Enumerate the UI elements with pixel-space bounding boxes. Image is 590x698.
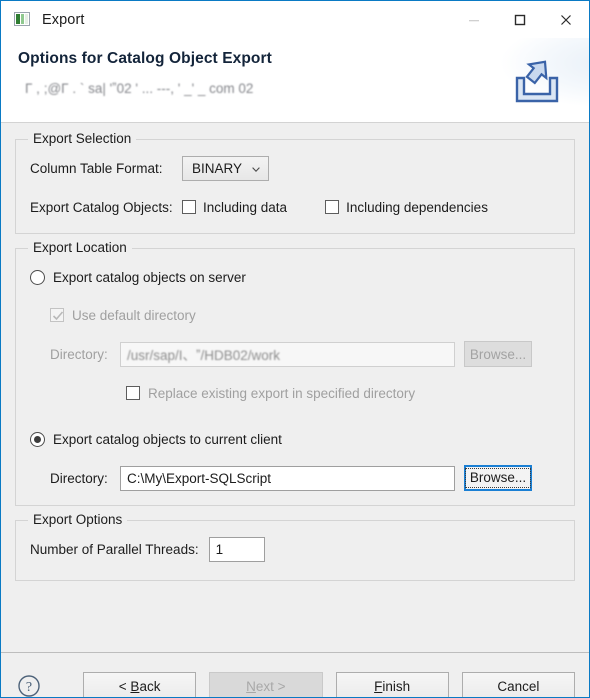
client-radio-row[interactable]: Export catalog objects to current client <box>30 427 560 451</box>
client-directory-label: Directory: <box>50 470 108 486</box>
server-radio-row[interactable]: Export catalog objects on server <box>30 265 560 289</box>
column-table-format-value: BINARY <box>192 161 243 176</box>
chevron-down-icon <box>252 166 260 172</box>
export-selection-group: Export Selection Column Table Format: BI… <box>15 131 575 234</box>
page-title: Options for Catalog Object Export <box>18 50 272 67</box>
client-browse-button[interactable]: Browse... <box>464 465 532 491</box>
export-location-group: Export Location Export catalog objects o… <box>15 240 575 506</box>
cancel-button-label: Cancel <box>497 678 540 694</box>
server-directory-row: Directory: /usr/sap/I、ˮ/HDB02/work Brows… <box>50 341 560 367</box>
parallel-threads-value: 1 <box>215 542 224 557</box>
cancel-button[interactable]: Cancel <box>461 671 575 697</box>
dialog-footer: ? < Back Next > Finish Cancel <box>1 652 589 697</box>
export-selection-legend: Export Selection <box>28 131 137 146</box>
back-button[interactable]: < Back <box>83 671 197 697</box>
including-data-checkbox[interactable] <box>182 200 196 214</box>
export-arrow-tray-icon <box>505 54 567 113</box>
export-dialog-window: Export Options for Catalog Object Export… <box>0 0 590 698</box>
use-default-directory-row[interactable]: Use default directory <box>50 303 560 327</box>
svg-text:?: ? <box>26 680 32 695</box>
export-location-legend: Export Location <box>28 240 132 255</box>
client-directory-input[interactable]: C:\My\Export-SQLScript <box>120 465 455 491</box>
back-button-label: < Back <box>118 678 161 694</box>
dialog-body: Export Selection Column Table Format: BI… <box>1 123 589 652</box>
dialog-header: Options for Catalog Object Export Γ , ;@… <box>1 38 589 123</box>
close-icon <box>561 14 571 25</box>
export-to-client-radio[interactable] <box>30 431 45 447</box>
window-title: Export <box>42 11 85 28</box>
server-browse-label: Browse... <box>469 346 527 362</box>
footer-button-bar: < Back Next > Finish Cancel <box>83 671 575 697</box>
replace-existing-row[interactable]: Replace existing export in specified dir… <box>126 381 560 405</box>
client-browse-label: Browse... <box>464 468 532 488</box>
replace-existing-export-checkbox[interactable] <box>126 386 140 400</box>
server-directory-value: /usr/sap/I、ˮ/HDB02/work <box>127 348 281 363</box>
maximize-button[interactable] <box>497 1 543 38</box>
finish-button-label: Finish <box>374 678 411 694</box>
client-directory-row: Directory: C:\My\Export-SQLScript Browse… <box>50 465 560 491</box>
server-directory-input[interactable]: /usr/sap/I、ˮ/HDB02/work <box>120 341 455 367</box>
export-catalog-objects-row: Export Catalog Objects: Including data I… <box>30 195 560 219</box>
including-data-label: Including data <box>203 199 288 215</box>
replace-existing-export-label: Replace existing export in specified dir… <box>148 385 416 401</box>
help-button[interactable]: ? <box>17 674 41 697</box>
minimize-icon <box>469 19 479 21</box>
maximize-icon <box>514 14 526 25</box>
next-button-label: Next > <box>246 678 286 694</box>
help-question-icon: ? <box>18 675 40 697</box>
export-on-server-label: Export catalog objects on server <box>53 269 246 285</box>
next-button[interactable]: Next > <box>209 671 323 697</box>
export-to-client-label: Export catalog objects to current client <box>53 431 282 447</box>
export-catalog-objects-label: Export Catalog Objects: <box>30 199 173 215</box>
server-browse-button[interactable]: Browse... <box>464 341 532 367</box>
column-table-format-select[interactable]: BINARY <box>182 156 270 181</box>
parallel-threads-row: Number of Parallel Threads: 1 <box>30 537 560 562</box>
parallel-threads-input[interactable]: 1 <box>208 537 265 562</box>
close-button[interactable] <box>543 1 589 38</box>
minimize-button[interactable] <box>451 1 497 38</box>
window-controls <box>451 1 589 38</box>
parallel-threads-label: Number of Parallel Threads: <box>30 542 199 557</box>
server-directory-label: Directory: <box>50 346 108 362</box>
title-bar: Export <box>1 1 589 38</box>
including-dependencies-checkbox[interactable] <box>325 200 340 214</box>
use-default-directory-label: Use default directory <box>72 307 196 323</box>
client-directory-value: C:\My\Export-SQLScript <box>127 470 272 486</box>
eclipse-export-icon <box>14 11 30 28</box>
export-on-server-radio[interactable] <box>30 269 45 285</box>
check-icon <box>52 311 64 321</box>
column-table-format-label: Column Table Format: <box>30 161 163 176</box>
including-dependencies-label: Including dependencies <box>346 199 488 215</box>
page-subtitle: Γ , ;@Γ . ` sa| 'ˮ02 ' ... ---, ' _' _ c… <box>25 81 253 96</box>
export-options-legend: Export Options <box>28 512 128 527</box>
export-options-group: Export Options Number of Parallel Thread… <box>15 512 575 581</box>
finish-button[interactable]: Finish <box>335 671 449 697</box>
page-subtitle-obscured: Γ , ;@Γ . ` sa| 'ˮ02 ' ... ---, ' _' _ c… <box>25 81 254 96</box>
column-table-format-row: Column Table Format: BINARY <box>30 156 560 181</box>
use-default-directory-checkbox[interactable] <box>50 308 64 322</box>
